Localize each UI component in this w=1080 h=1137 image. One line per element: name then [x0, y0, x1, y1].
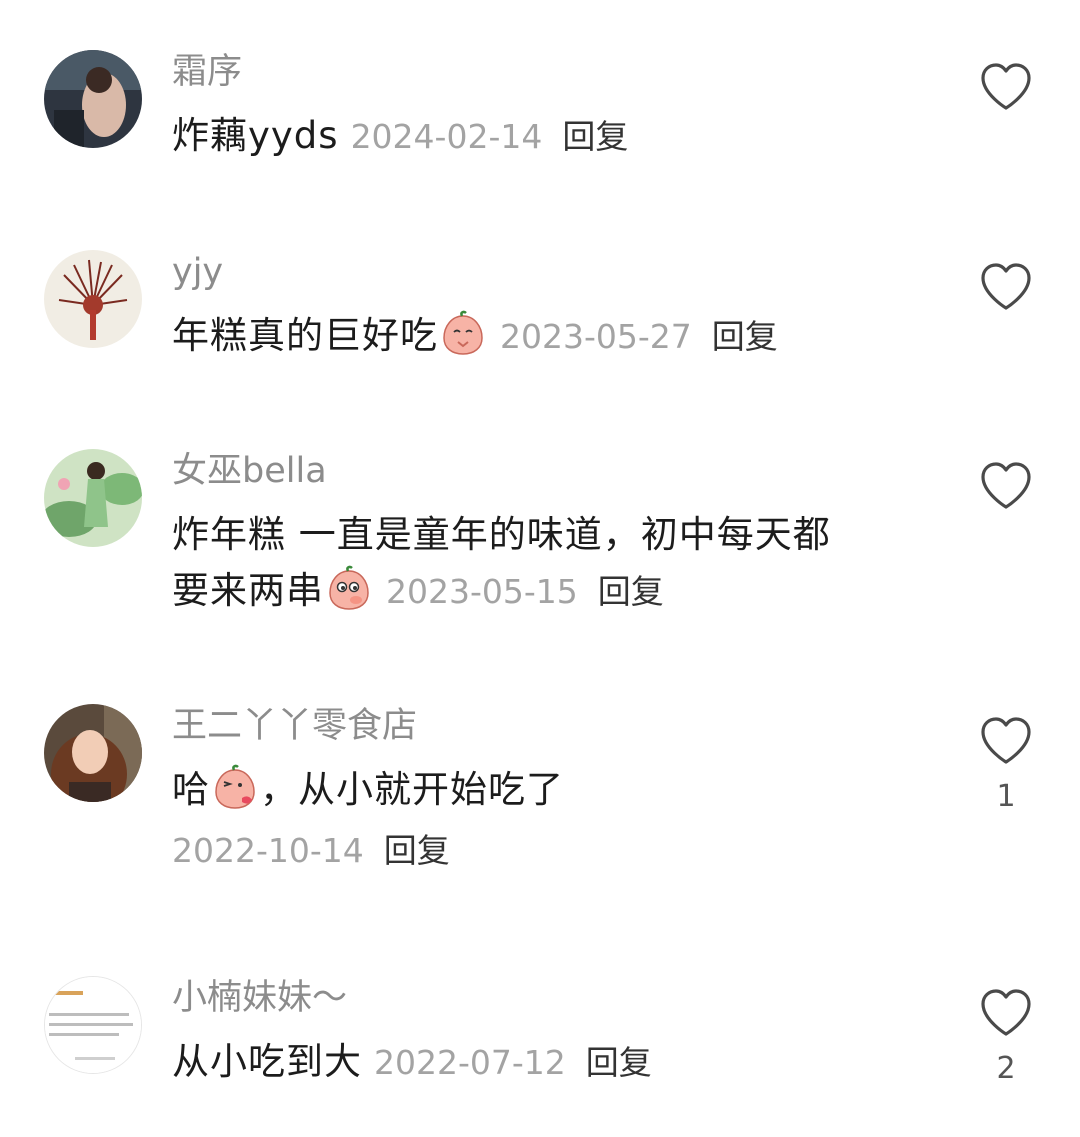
heart-icon: [981, 717, 1031, 764]
comment-date: 2022-07-12: [374, 1043, 566, 1082]
peach-praying-emoji-icon: [440, 310, 486, 356]
reply-button[interactable]: 回复: [562, 117, 628, 156]
like-button[interactable]: [978, 461, 1034, 511]
like-button[interactable]: [978, 262, 1034, 312]
comment-date: 2024-02-14: [350, 117, 543, 156]
reply-button[interactable]: 回复: [384, 831, 450, 870]
avatar[interactable]: [44, 250, 142, 348]
comment-body: 年糕真的巨好吃 2023-05-27 回复: [172, 308, 932, 365]
comment-text: 年糕真的巨好吃: [172, 314, 438, 357]
comment-date: 2023-05-15: [386, 572, 578, 611]
comment-username[interactable]: yjy: [172, 250, 932, 294]
comment-text: ，从小就开始吃了: [260, 768, 564, 811]
comment-text-line: 炸年糕 一直是童年的味道，初中每天都: [172, 513, 831, 556]
comment-date: 2022-10-14: [172, 831, 364, 870]
comment-body: 炸年糕 一直是童年的味道，初中每天都: [172, 507, 932, 563]
avatar[interactable]: [44, 50, 142, 148]
peach-thinking-emoji-icon: [326, 565, 372, 611]
like-count: 1: [996, 779, 1016, 814]
heart-icon: [981, 263, 1031, 310]
comment-body: 炸藕yyds 2024-02-14 回复: [172, 108, 932, 165]
comment-body: 从小吃到大 2022-07-12 回复: [172, 1034, 932, 1091]
comment-text: 哈: [172, 768, 210, 811]
comment-username[interactable]: 霜序: [172, 50, 932, 94]
peach-kiss-emoji-icon: [212, 764, 258, 810]
comment-username[interactable]: 小楠妹妹～: [172, 976, 932, 1020]
avatar[interactable]: [44, 976, 142, 1074]
comment-body: 哈 ，从小就开始吃了: [172, 762, 932, 818]
heart-icon: [981, 63, 1031, 110]
reply-button[interactable]: 回复: [598, 572, 664, 611]
comment-text: 从小吃到大: [172, 1040, 362, 1083]
heart-icon: [981, 462, 1031, 509]
like-count: 2: [996, 1051, 1016, 1086]
avatar[interactable]: [44, 449, 142, 547]
heart-icon: [981, 989, 1031, 1036]
comment-username[interactable]: 王二丫丫零食店: [172, 704, 932, 748]
comment-meta: 2022-10-14 回复: [172, 826, 932, 876]
comment-text-line: 要来两串: [172, 569, 324, 612]
like-button[interactable]: [978, 62, 1034, 112]
reply-button[interactable]: 回复: [586, 1043, 652, 1082]
like-button[interactable]: 2: [978, 988, 1034, 1086]
reply-button[interactable]: 回复: [712, 317, 778, 356]
comment-body: 要来两串 2023-05-15 回复: [172, 563, 932, 620]
avatar[interactable]: [44, 704, 142, 802]
like-button[interactable]: 1: [978, 716, 1034, 814]
comment-text: 炸藕yyds: [172, 114, 339, 157]
comment-username[interactable]: 女巫bella: [172, 449, 932, 493]
comment-date: 2023-05-27: [500, 317, 692, 356]
